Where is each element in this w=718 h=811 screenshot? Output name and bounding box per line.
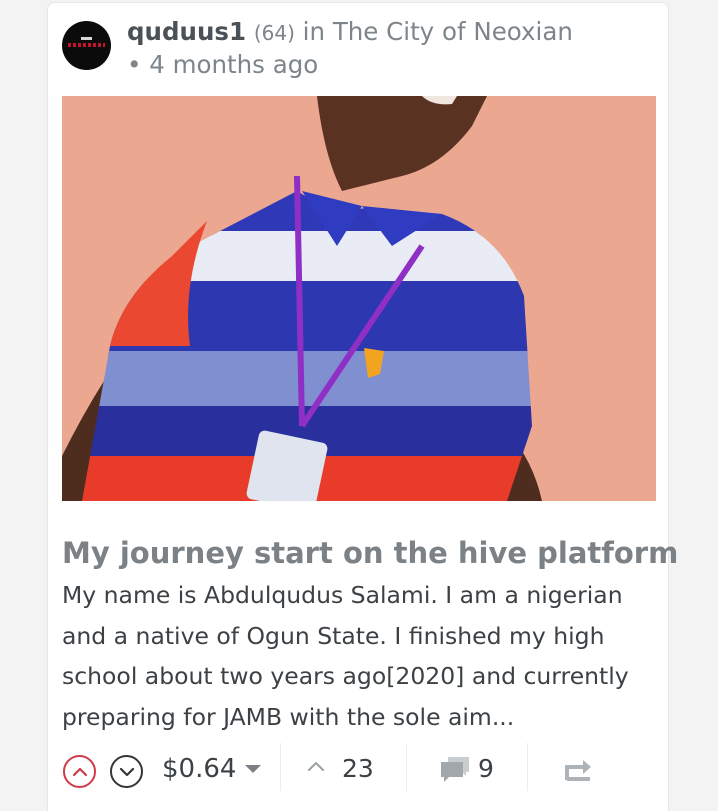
thumbnail-photo [62, 96, 656, 501]
community-link[interactable]: The City of Neoxian [333, 17, 573, 46]
avatar[interactable] [62, 21, 111, 70]
caret-down-icon[interactable] [245, 765, 261, 773]
avatar-logo [81, 37, 92, 40]
vote-count[interactable]: 23 [342, 751, 374, 787]
community-prefix: in [294, 17, 333, 46]
chat-bubbles-icon[interactable] [439, 755, 471, 783]
post-summary[interactable]: My name is Abdulqudus Salami. I am a nig… [62, 575, 652, 737]
downvote-button[interactable] [110, 755, 143, 788]
comment-count[interactable]: 9 [478, 751, 494, 787]
post-age[interactable]: 4 months ago [149, 50, 318, 79]
action-divider [527, 743, 528, 791]
post-thumbnail[interactable] [62, 96, 656, 501]
upvote-button[interactable] [63, 755, 96, 788]
chevron-up-circle-icon [72, 767, 87, 776]
reblog-arrow-icon[interactable] [564, 758, 594, 782]
author-link[interactable]: quduus1 [127, 17, 246, 46]
post-card[interactable]: quduus1 (64) in The City of Neoxian • 4 … [47, 2, 678, 811]
chevron-down-circle-icon [119, 767, 134, 776]
action-divider [406, 743, 407, 791]
post-title[interactable]: My journey start on the hive platform [62, 533, 678, 573]
meta-separator: • [127, 50, 150, 79]
post-meta: quduus1 (64) in The City of Neoxian • 4 … [127, 16, 587, 81]
post-actions: $0.64 23 9 [62, 743, 662, 793]
author-reputation: (64) [253, 21, 295, 45]
payout-amount[interactable]: $0.64 [162, 751, 236, 787]
avatar-logo-text [68, 43, 105, 47]
action-divider [280, 743, 281, 791]
votes-chevron-up-icon[interactable] [306, 759, 326, 773]
